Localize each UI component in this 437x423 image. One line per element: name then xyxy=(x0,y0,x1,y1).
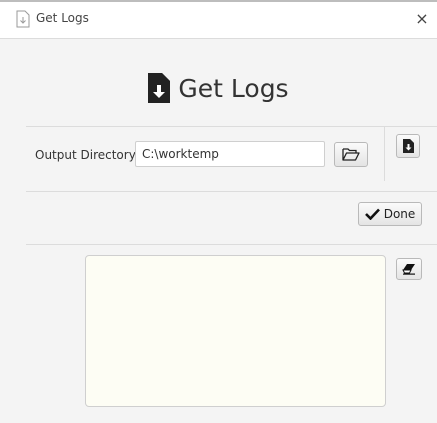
title-bar: Get Logs × xyxy=(0,0,437,39)
app-icon xyxy=(16,10,30,28)
vertical-divider xyxy=(384,127,385,181)
folder-open-icon xyxy=(342,148,360,161)
export-logs-button[interactable] xyxy=(396,134,420,158)
browse-button[interactable] xyxy=(334,142,368,167)
eraser-icon xyxy=(402,264,415,275)
output-directory-input[interactable] xyxy=(135,141,325,167)
page-title: Get Logs xyxy=(178,73,289,103)
output-directory-label: Output Directory: xyxy=(35,148,139,162)
divider-bottom xyxy=(26,244,437,245)
divider-top xyxy=(26,126,437,127)
done-button[interactable]: Done xyxy=(358,202,422,226)
clear-log-button[interactable] xyxy=(396,258,422,280)
divider-middle xyxy=(26,191,437,192)
window-title: Get Logs xyxy=(36,11,89,25)
file-download-icon xyxy=(148,73,171,103)
file-download-icon xyxy=(402,139,414,153)
log-output-area[interactable] xyxy=(85,255,386,407)
close-icon[interactable]: × xyxy=(413,10,431,28)
checkmark-icon xyxy=(364,208,380,220)
page-heading: Get Logs xyxy=(0,68,437,108)
done-button-label: Done xyxy=(383,207,416,221)
window-top-border xyxy=(0,0,437,2)
